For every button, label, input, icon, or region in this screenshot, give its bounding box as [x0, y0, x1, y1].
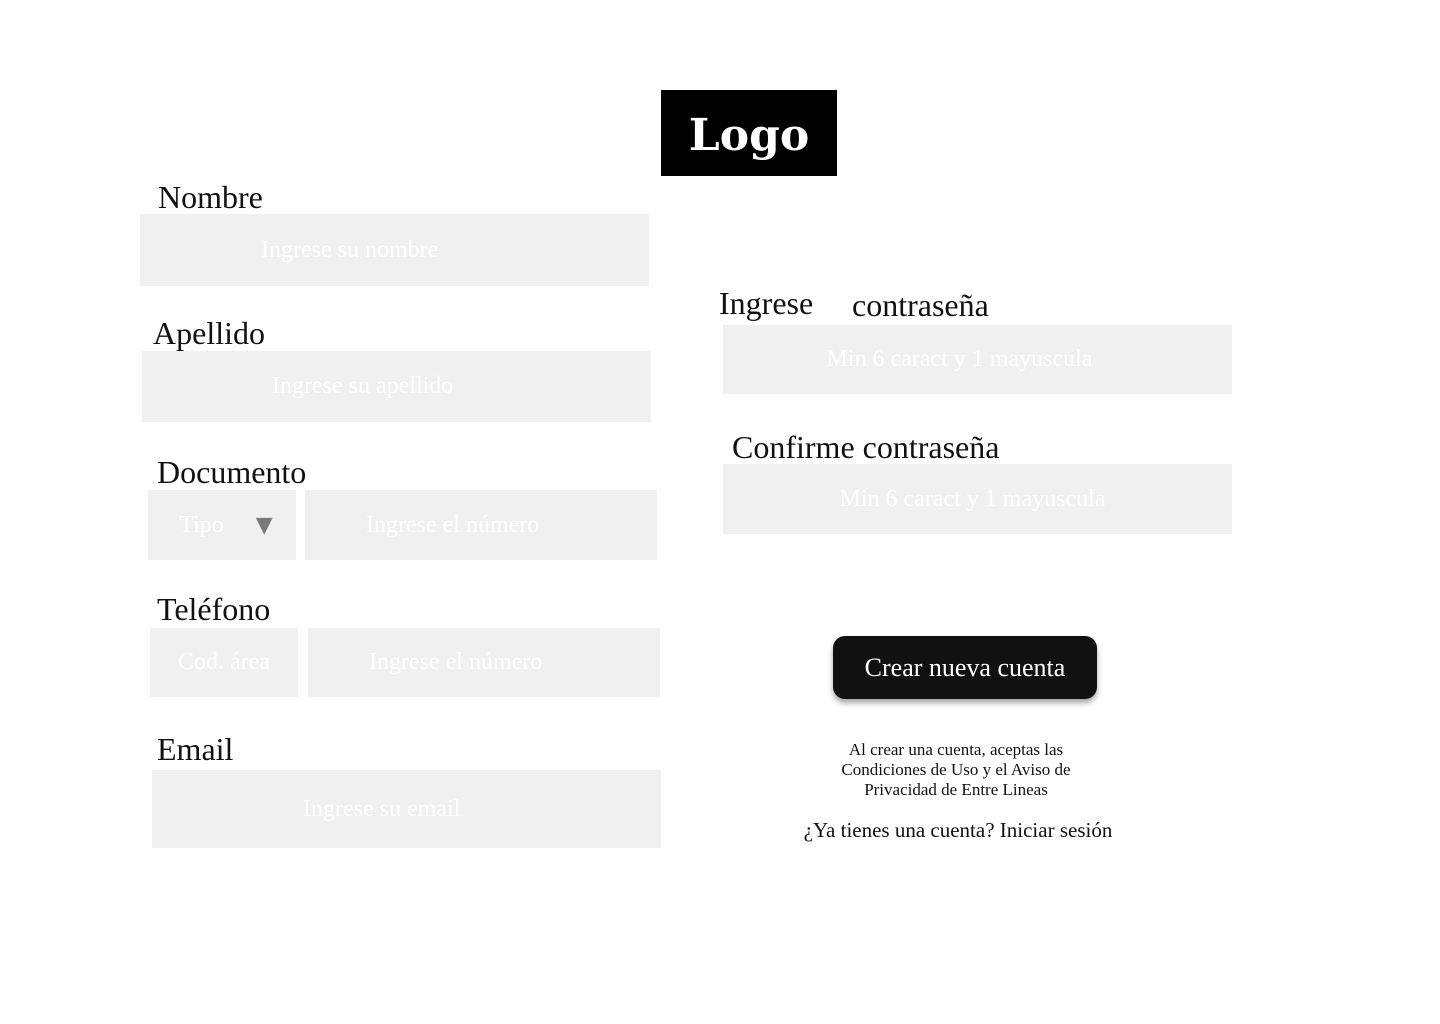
documento-number-input[interactable]: Ingrese el número	[305, 490, 657, 560]
password-input[interactable]: Min 6 caract y 1 mayuscula	[723, 325, 1232, 394]
email-placeholder: Ingrese su email	[303, 795, 461, 822]
documento-type-placeholder: Tipo	[179, 511, 224, 538]
nombre-input[interactable]: Ingrese su nombre	[140, 214, 649, 286]
documento-type-select[interactable]: Tipo ▼	[148, 490, 296, 560]
password-label-part1: Ingrese	[719, 285, 814, 321]
apellido-label: Apellido	[153, 315, 265, 351]
email-input[interactable]: Ingrese su email	[152, 770, 661, 848]
nombre-placeholder: Ingrese su nombre	[261, 236, 439, 263]
password-label-part2: contraseña	[852, 287, 989, 323]
nombre-label: Nombre	[158, 179, 263, 215]
login-link[interactable]: ¿Ya tienes una cuenta? Iniciar sesión	[804, 818, 1113, 842]
telefono-area-input[interactable]: Cod. área	[150, 628, 298, 697]
terms-notice: Al crear una cuenta, aceptas las Condici…	[810, 740, 1102, 800]
terms-line-1: Al crear una cuenta, aceptas las	[848, 740, 1064, 759]
telefono-label: Teléfono	[157, 591, 271, 627]
telefono-number-input[interactable]: Ingrese el número	[308, 628, 660, 697]
apellido-input[interactable]: Ingrese su apellido	[142, 351, 651, 422]
confirm-password-placeholder: Min 6 caract y 1 mayuscula	[839, 485, 1106, 512]
telefono-area-placeholder: Cod. área	[178, 649, 270, 675]
documento-number-placeholder: Ingrese el número	[366, 511, 540, 538]
documento-label: Documento	[157, 454, 307, 490]
confirm-password-input[interactable]: Min 6 caract y 1 mayuscula	[723, 464, 1232, 534]
create-account-button[interactable]: Crear nueva cuenta	[833, 636, 1097, 699]
confirm-password-label: Confirme contraseña	[732, 429, 1000, 465]
chevron-down-icon: ▼	[255, 512, 273, 538]
telefono-number-placeholder: Ingrese el número	[369, 649, 543, 675]
terms-line-2: Condiciones de Uso y el Aviso de	[841, 760, 1071, 779]
terms-line-3: Privacidad de Entre Lineas	[864, 780, 1048, 799]
logo: Logo	[661, 90, 837, 176]
login-prompt[interactable]: ¿Ya tienes una cuenta? Iniciar sesión	[760, 818, 1156, 843]
apellido-placeholder: Ingrese su apellido	[272, 373, 454, 399]
email-label: Email	[157, 731, 234, 767]
password-placeholder: Min 6 caract y 1 mayuscula	[826, 346, 1093, 372]
